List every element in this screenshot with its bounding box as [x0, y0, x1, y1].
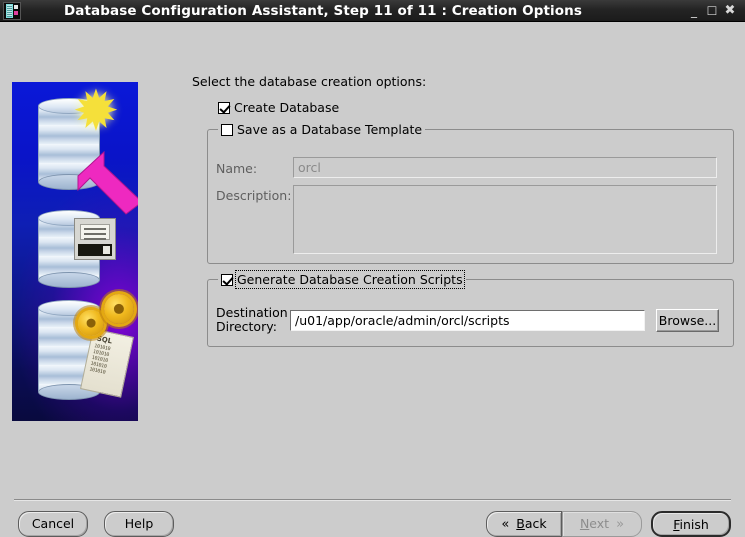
browse-button[interactable]: Browse... [656, 309, 719, 332]
window-titlebar: Database Configuration Assistant, Step 1… [0, 0, 745, 22]
destination-directory-input[interactable]: /u01/app/oracle/admin/orcl/scripts [290, 310, 645, 331]
close-icon[interactable]: ✖ [721, 1, 739, 21]
maximize-icon[interactable]: ☐ [703, 1, 721, 21]
database-app-icon [3, 1, 21, 20]
destination-directory-label: Destination Directory: [216, 306, 288, 334]
page-title: Select the database creation options: [192, 74, 427, 89]
create-database-checkbox-row[interactable]: Create Database [218, 100, 339, 115]
finish-button[interactable]: Finish [651, 511, 731, 537]
generate-scripts-legend[interactable]: Generate Database Creation Scripts [218, 270, 466, 289]
create-database-label: Create Database [234, 100, 340, 115]
save-as-template-checkbox[interactable] [221, 123, 233, 136]
save-as-template-legend[interactable]: Save as a Database Template [218, 122, 426, 137]
next-button-label: Next [579, 516, 610, 531]
finish-button-label: Finish [673, 517, 709, 532]
help-button[interactable]: Help [104, 511, 174, 537]
template-description-label: Description: [216, 188, 292, 203]
window-title: Database Configuration Assistant, Step 1… [63, 2, 583, 19]
app-icon-cylinder [6, 3, 13, 18]
create-database-checkbox[interactable] [218, 101, 230, 114]
save-as-template-label: Save as a Database Template [237, 122, 423, 137]
template-name-label: Name: [216, 161, 258, 176]
generate-scripts-checkbox[interactable] [221, 273, 233, 286]
main-content: Select the database creation options: Cr… [0, 22, 745, 467]
destination-directory-label-line2: Directory: [216, 319, 277, 334]
footer-divider [14, 499, 731, 501]
app-icon-square-magenta [14, 10, 18, 15]
template-name-input[interactable]: orcl [293, 157, 717, 178]
back-button[interactable]: « Back [486, 511, 562, 537]
back-button-label: Back [516, 516, 547, 531]
destination-directory-label-line1: Destination [216, 305, 288, 320]
minimize-icon[interactable]: _ [685, 1, 703, 21]
generate-scripts-label: Generate Database Creation Scripts [235, 270, 465, 289]
app-icon-square-light [14, 4, 18, 9]
next-button[interactable]: Next » [562, 511, 642, 537]
window-body: ✹ SQL 101010 101010 101010 101010 101010 Sel… [0, 22, 745, 537]
template-description-input[interactable] [293, 185, 717, 254]
cancel-button[interactable]: Cancel [18, 511, 88, 537]
